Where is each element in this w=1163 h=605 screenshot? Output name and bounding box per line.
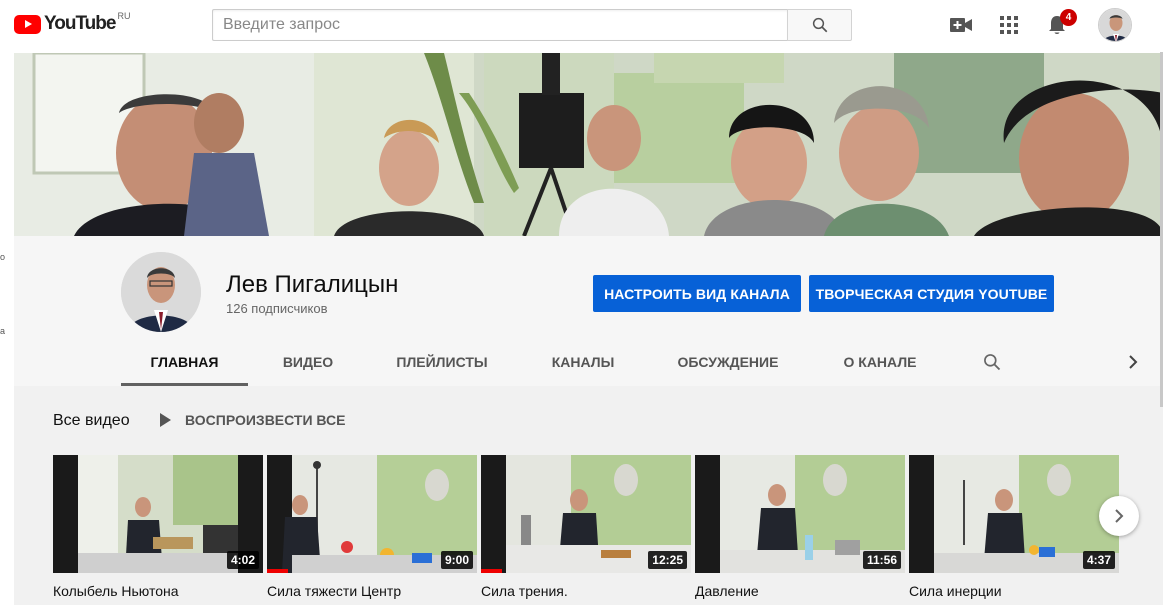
video-thumbnail[interactable]: 9:00 [267, 455, 477, 573]
customize-channel-button[interactable]: НАСТРОИТЬ ВИД КАНАЛА [593, 275, 801, 312]
watch-progress [481, 569, 502, 573]
video-camera-icon [950, 18, 972, 32]
logo-text: YouTube [44, 13, 116, 34]
masthead: YouTube RU 4 [0, 0, 1163, 52]
chevron-right-icon [1115, 509, 1124, 523]
tab-channels[interactable]: Каналы [541, 338, 625, 386]
channel-banner [14, 53, 1163, 236]
youtube-play-icon [14, 14, 41, 34]
channel-tabs: Главная Видео Плейлисты Каналы Обсуждени… [121, 338, 1163, 386]
section-title[interactable]: Все видео [53, 412, 130, 430]
left-edge-text: о [0, 252, 6, 262]
notification-badge: 4 [1060, 9, 1077, 26]
video-thumbnail[interactable]: 4:02 [53, 455, 263, 573]
search-button[interactable] [787, 9, 852, 41]
video-title[interactable]: Давление [695, 583, 905, 599]
play-icon [160, 413, 171, 427]
tab-home[interactable]: Главная [121, 338, 248, 386]
apps-button[interactable] [997, 13, 1021, 37]
video-thumbnail[interactable]: 12:25 [481, 455, 691, 573]
play-all-label: ВОСПРОИЗВЕСТИ ВСЕ [185, 412, 346, 428]
video-card[interactable]: 4:02 Колыбель Ньютона [53, 455, 263, 599]
create-video-button[interactable] [949, 13, 973, 37]
search-icon [812, 17, 827, 33]
search-icon [984, 354, 1001, 371]
tab-videos[interactable]: Видео [268, 338, 348, 386]
video-duration: 4:37 [1082, 551, 1115, 569]
play-all-button[interactable]: ВОСПРОИЗВЕСТИ ВСЕ [160, 412, 345, 428]
youtube-logo[interactable]: YouTube RU [14, 11, 131, 35]
tab-about[interactable]: О канале [836, 338, 924, 386]
video-card[interactable]: 11:56 Давление [695, 455, 905, 599]
video-duration: 12:25 [648, 551, 687, 569]
search-input[interactable] [212, 9, 788, 41]
subscriber-count: 126 подписчиков [226, 301, 328, 316]
logo-region: RU [117, 11, 131, 21]
left-edge-text: а [0, 326, 6, 336]
channel-title: Лев Пигалицын [226, 271, 399, 298]
video-card[interactable]: 4:37 Сила инерции [909, 455, 1119, 599]
video-card[interactable]: 12:25 Сила трения. [481, 455, 691, 599]
tab-discussion[interactable]: Обсуждение [666, 338, 790, 386]
creator-studio-button[interactable]: ТВОРЧЕСКАЯ СТУДИЯ YOUTUBE [809, 275, 1054, 312]
video-thumbnail[interactable]: 11:56 [695, 455, 905, 573]
video-title[interactable]: Сила тяжести Центр [267, 583, 477, 599]
video-title[interactable]: Сила инерции [909, 583, 1119, 599]
video-duration: 4:02 [226, 551, 259, 569]
account-avatar[interactable] [1098, 8, 1132, 42]
watch-progress [267, 569, 288, 573]
apps-grid-icon [1000, 16, 1018, 34]
tab-playlists[interactable]: Плейлисты [385, 338, 499, 386]
channel-search-button[interactable] [978, 338, 1006, 386]
videos-section: Все видео ВОСПРОИЗВЕСТИ ВСЕ 4:02 Колыбел… [14, 386, 1163, 605]
video-card[interactable]: 9:00 Сила тяжести Центр [267, 455, 477, 599]
tabs-scroll-right[interactable] [1121, 338, 1145, 386]
channel-avatar[interactable] [121, 252, 201, 332]
chevron-right-icon [1129, 355, 1138, 369]
video-title[interactable]: Сила трения. [481, 583, 691, 599]
video-thumbnail[interactable]: 4:37 [909, 455, 1119, 573]
channel-header: Лев Пигалицын 126 подписчиков НАСТРОИТЬ … [14, 236, 1163, 386]
video-duration: 11:56 [862, 551, 901, 569]
video-duration: 9:00 [440, 551, 473, 569]
shelf-next-button[interactable] [1099, 496, 1139, 536]
video-title[interactable]: Колыбель Ньютона [53, 583, 263, 599]
